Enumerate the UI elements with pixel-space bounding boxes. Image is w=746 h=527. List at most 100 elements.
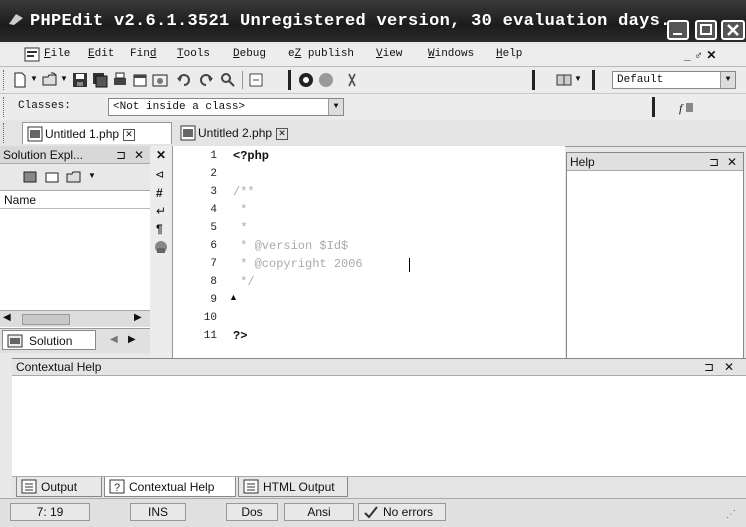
code-line[interactable]: /**: [233, 185, 255, 199]
find-icon[interactable]: [220, 72, 236, 88]
config-combo[interactable]: Default ▼: [612, 71, 736, 89]
tab-solution[interactable]: Solution: [2, 330, 96, 350]
pin-icon[interactable]: ⊐: [709, 153, 719, 171]
title-bar[interactable]: PHPEdit v2.6.1.3521 Unregistered version…: [0, 0, 746, 42]
line-ending[interactable]: Dos: [226, 503, 278, 521]
menu-file[interactable]: File: [44, 48, 70, 60]
browser-preview-icon[interactable]: [152, 72, 168, 88]
toolbar-grip-5[interactable]: [3, 97, 7, 117]
dropdown-icon[interactable]: ▼: [88, 171, 96, 180]
pin-icon[interactable]: ⊐: [704, 360, 714, 374]
tab-html-output[interactable]: HTML Output: [238, 477, 348, 497]
close-icon[interactable]: ✕: [724, 360, 734, 374]
minimize-icon: [673, 33, 682, 35]
redo-icon[interactable]: [198, 72, 214, 88]
comment-icon[interactable]: #: [156, 186, 163, 200]
classes-combo[interactable]: <Not inside a class> ▼: [108, 98, 344, 116]
folder-icon[interactable]: [44, 169, 60, 185]
code-line[interactable]: *: [233, 203, 247, 217]
save-all-icon[interactable]: [92, 72, 108, 88]
bookmark-icon[interactable]: [153, 239, 169, 255]
mdi-controls[interactable]: _ ♂ ✕: [684, 48, 716, 62]
code-line[interactable]: ?>: [233, 329, 247, 343]
menu-bar: File Edit Find Tools Debug eZ publish Vi…: [0, 44, 746, 67]
code-editor[interactable]: 1 <?php 2 3 /** 4 * 5 * 6 * @version $Id$ 7 * @c…: [173, 146, 565, 362]
help-panel-title: Help: [570, 155, 595, 169]
new-file-icon[interactable]: [12, 72, 28, 88]
code-line[interactable]: * @copyright 2006: [233, 257, 362, 271]
error-status[interactable]: No errors: [358, 503, 446, 521]
tab-close-icon[interactable]: ✕: [123, 128, 136, 141]
paragraph-icon[interactable]: ¶: [156, 222, 163, 236]
document-menu-icon[interactable]: [24, 47, 40, 62]
code-line[interactable]: * @version $Id$: [233, 239, 348, 253]
classes-combo-arrow-icon[interactable]: ▼: [328, 99, 343, 115]
close-icon[interactable]: ✕: [727, 153, 737, 171]
tab-close-icon[interactable]: ✕: [276, 127, 289, 140]
cut-icon[interactable]: [344, 72, 360, 88]
pin-icon[interactable]: ⊐: [116, 146, 126, 164]
horizontal-scrollbar[interactable]: ◀ ▶: [0, 310, 150, 327]
menu-debug[interactable]: Debug: [233, 48, 266, 60]
tab-untitled-2[interactable]: Untitled 2.php ✕: [176, 122, 316, 144]
print-icon[interactable]: [112, 72, 128, 88]
resize-grip[interactable]: ⋰: [726, 509, 736, 520]
fold-marker-icon[interactable]: ▲: [229, 292, 238, 302]
menu-edit[interactable]: Edit: [88, 48, 114, 60]
contextual-help-header[interactable]: Contextual Help ⊐ ✕: [12, 358, 746, 376]
menu-help[interactable]: Help: [496, 48, 522, 60]
tab-untitled-1[interactable]: Untitled 1.php ✕: [22, 122, 172, 144]
toolbar-grip-4[interactable]: [592, 70, 596, 90]
tab-scroll-right-icon[interactable]: ▶: [128, 334, 136, 345]
scroll-left-icon[interactable]: ◀: [3, 312, 11, 323]
encoding[interactable]: Ansi: [284, 503, 354, 521]
toolbar-grip-6[interactable]: [652, 97, 656, 117]
close-editor-icon[interactable]: ✕: [156, 148, 166, 162]
run-icon[interactable]: [298, 72, 314, 88]
maximize-button[interactable]: [695, 20, 717, 40]
name-column-header[interactable]: Name: [0, 191, 150, 209]
help-panel-header[interactable]: Help ⊐ ✕: [567, 153, 743, 171]
close-button[interactable]: [721, 20, 745, 40]
save-icon[interactable]: [72, 72, 88, 88]
scrollbar-thumb[interactable]: [22, 314, 70, 325]
config-combo-arrow-icon[interactable]: ▼: [720, 72, 735, 88]
code-line[interactable]: */: [233, 275, 254, 289]
code-line[interactable]: <?php: [233, 149, 269, 163]
standard-toolbar: ▼ ▼ ▼ Default ▼: [0, 67, 746, 94]
insert-mode[interactable]: INS: [130, 503, 186, 521]
toolbar-grip-2[interactable]: [288, 70, 292, 90]
open-file-icon[interactable]: [42, 72, 58, 88]
tab-contextual-help[interactable]: ? Contextual Help: [104, 477, 236, 497]
toolbar-grip[interactable]: [3, 70, 7, 90]
undo-icon[interactable]: [176, 72, 192, 88]
minimize-button[interactable]: [667, 20, 689, 40]
function-list-icon[interactable]: f: [678, 99, 694, 115]
stop-icon[interactable]: [318, 72, 334, 88]
tab-output[interactable]: Output: [16, 477, 102, 497]
scroll-right-icon[interactable]: ▶: [134, 312, 142, 323]
open-icon[interactable]: [66, 169, 82, 185]
close-icon[interactable]: ✕: [134, 146, 144, 164]
menu-tools[interactable]: Tools: [177, 48, 210, 60]
indent-icon[interactable]: ⊲: [155, 168, 164, 181]
tab-scroll-left-icon[interactable]: ◀: [110, 334, 118, 345]
menu-view[interactable]: View: [376, 48, 402, 60]
open-dropdown-icon[interactable]: ▼: [60, 74, 68, 83]
tabs-grip[interactable]: [3, 123, 7, 143]
line-number: 5: [210, 222, 217, 234]
copy-window-icon[interactable]: [132, 72, 148, 88]
code-line[interactable]: *: [233, 221, 247, 235]
menu-find[interactable]: Find: [130, 48, 156, 60]
layout-dropdown-icon[interactable]: ▼: [574, 74, 582, 83]
help-icon: ?: [109, 479, 125, 494]
solution-explorer-header[interactable]: Solution Expl... ⊐ ✕: [0, 146, 150, 164]
toolbar-grip-3[interactable]: [532, 70, 536, 90]
refresh-icon[interactable]: [22, 169, 38, 185]
new-dropdown-icon[interactable]: ▼: [30, 74, 38, 83]
menu-ez-publish[interactable]: eZ publish: [288, 48, 354, 60]
menu-windows[interactable]: Windows: [428, 48, 474, 60]
layout-icon[interactable]: [556, 72, 572, 88]
wrap-icon[interactable]: ↵: [156, 204, 166, 218]
replace-icon[interactable]: [248, 72, 264, 88]
